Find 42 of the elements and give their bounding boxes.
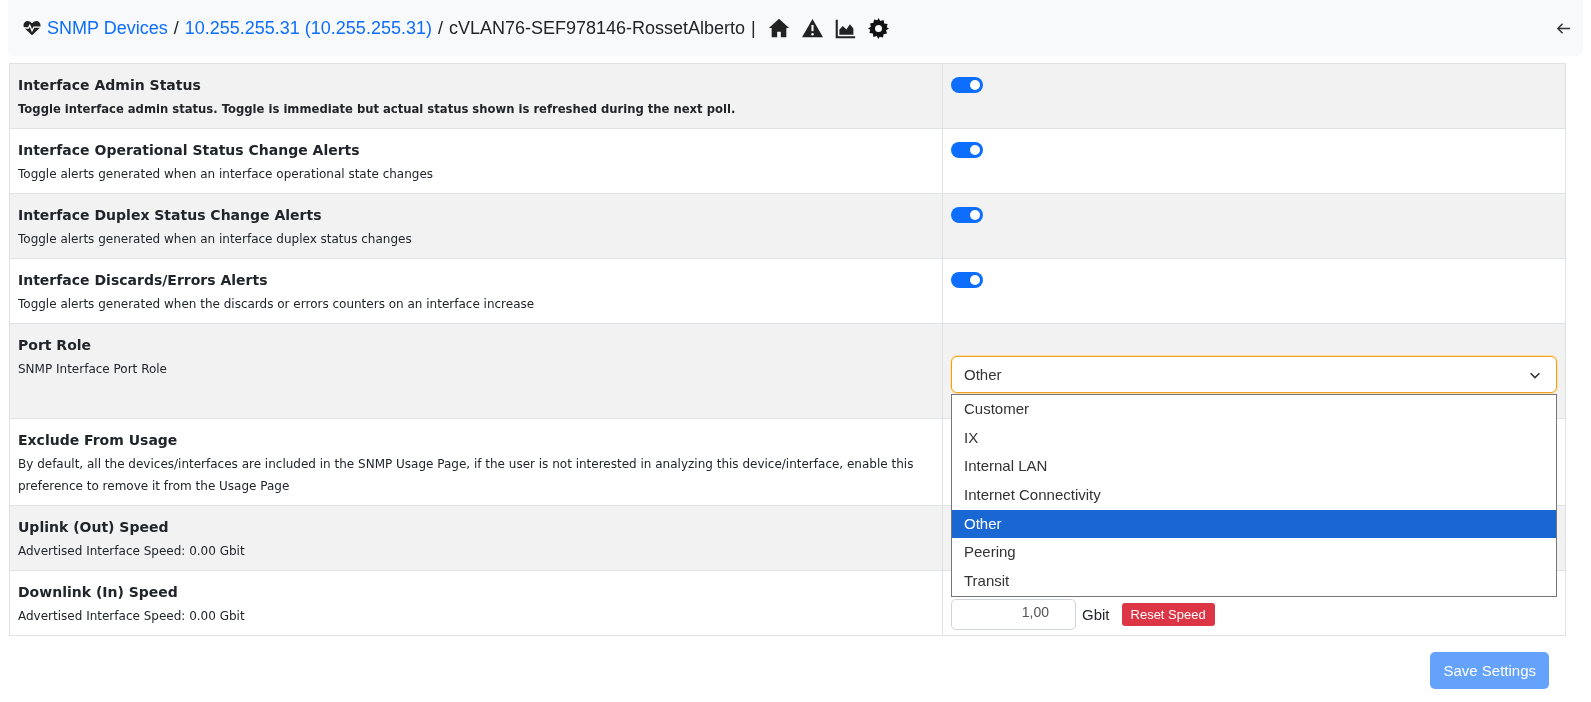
setting-title: Uplink (Out) Speed <box>18 518 170 536</box>
toggle-switch[interactable] <box>951 77 983 93</box>
toggle-switch[interactable] <box>951 207 983 223</box>
setting-title: Downlink (In) Speed <box>18 583 179 601</box>
setting-title: Interface Discards/Errors Alerts <box>18 271 269 289</box>
home-icon[interactable] <box>767 17 790 39</box>
dropdown-option[interactable]: Internet Connectivity <box>952 481 1556 510</box>
setting-description: Toggle alerts generated when the discards or errors counters on an interface increase <box>18 296 536 313</box>
setting-description: Advertised Interface Speed: 0.00 Gbit <box>18 608 246 625</box>
setting-description: Advertised Interface Speed: 0.00 Gbit <box>18 543 246 560</box>
breadcrumb-link[interactable]: SNMP Devices <box>47 17 168 39</box>
dropdown-option[interactable]: Customer <box>952 395 1556 424</box>
settings-icon[interactable] <box>867 17 889 39</box>
dropdown-option[interactable]: Transit <box>952 567 1556 596</box>
setting-description: Toggle alerts generated when an interface operational state changes <box>18 166 435 183</box>
toggle-switch[interactable] <box>951 272 983 288</box>
setting-description: By default, all the devices/interfaces are included in the SNMP Usage Page, if the user is not interested in analyzing this device/interface, enable this preference to remove it from the Usage Page <box>18 456 915 495</box>
dropdown-option[interactable]: IX <box>952 423 1556 453</box>
setting-description: Toggle interface admin status. Toggle is immediate but actual status shown is refreshed during the next poll. <box>18 101 737 118</box>
setting-title: Port Role <box>18 336 93 354</box>
breadcrumb-separator: / <box>437 17 443 39</box>
breadcrumb-separator: / <box>173 17 179 39</box>
toggle-switch[interactable] <box>951 142 983 158</box>
port-role-dropdown[interactable]: Other <box>951 356 1557 393</box>
setting-title: Exclude From Usage <box>18 431 179 449</box>
breadcrumb-current: cVLAN76-SEF978146-RossetAlberto <box>448 17 746 39</box>
breadcrumb-link[interactable]: 10.255.255.31 (10.255.255.31) <box>184 17 432 39</box>
setting-description: SNMP Interface Port Role <box>18 361 168 378</box>
setting-description: Toggle alerts generated when an interface duplex status changes <box>18 231 413 248</box>
reset-speed-button[interactable]: Reset Speed <box>1121 603 1215 626</box>
dropdown-option[interactable]: Peering <box>952 538 1556 568</box>
dropdown-option[interactable]: Internal LAN <box>952 452 1556 482</box>
breadcrumb-divider-text: | <box>751 17 756 39</box>
heartbeat-icon <box>23 19 41 37</box>
unit-label: Gbit <box>1082 606 1110 623</box>
dropdown-option[interactable]: Other <box>952 509 1556 539</box>
setting-title: Interface Operational Status Change Alerts <box>18 141 361 159</box>
warning-icon[interactable] <box>801 17 823 39</box>
speed-field[interactable]: 1,00 <box>951 599 1076 630</box>
area-chart-icon[interactable] <box>834 17 856 39</box>
setting-title: Interface Duplex Status Change Alerts <box>18 206 323 224</box>
setting-title: Interface Admin Status <box>18 76 202 94</box>
